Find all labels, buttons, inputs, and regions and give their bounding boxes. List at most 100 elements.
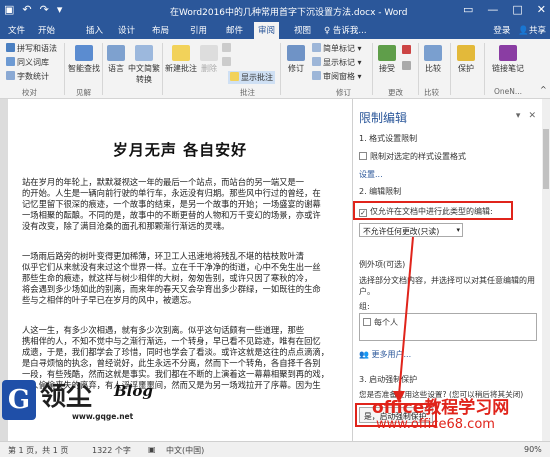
word-count-status[interactable]: 1322 个字 [92, 445, 131, 456]
ribbon-display-icon[interactable]: ▭ [463, 3, 473, 16]
accept-label: 接受 [379, 64, 395, 73]
word-count-label: 字数统计 [17, 72, 49, 81]
tab-design[interactable]: 设计 [118, 24, 135, 36]
delete-comment-icon [200, 45, 218, 61]
new-comment-button[interactable]: 新建批注 [164, 45, 198, 74]
group-label-comments: 批注 [240, 88, 255, 97]
reject-button[interactable] [402, 45, 413, 55]
watermark-site-title: office教程学习网 [372, 398, 510, 418]
proofing-status-icon[interactable]: ▣ [148, 445, 156, 454]
conversion-label: 中文简繁转换 [128, 64, 160, 84]
group-label-tracking: 修订 [336, 88, 351, 97]
tab-layout[interactable]: 布局 [152, 24, 169, 36]
new-comment-icon [172, 45, 190, 61]
group-separator [64, 43, 65, 95]
vertical-scrollbar[interactable] [542, 99, 550, 441]
track-changes-button[interactable]: 修订 [282, 45, 310, 74]
delete-comment-button[interactable]: 删除 [198, 45, 220, 74]
title-bar: ▣ ↶ ↷ ▾ 在Word2016中的几种常用首字下沉设置方法.docx - W… [0, 0, 550, 22]
close-icon[interactable]: ✕ [537, 3, 546, 16]
compare-icon [424, 45, 442, 61]
reject-icon [402, 45, 411, 54]
group-label-onenote: OneN... [494, 87, 523, 96]
group-separator [162, 43, 163, 95]
tab-home[interactable]: 开始 [38, 24, 55, 36]
reviewing-pane-button[interactable]: 审阅窗格 ▾ [312, 71, 362, 82]
maximize-icon[interactable]: □ [512, 3, 522, 16]
paragraph-2: 一场雨后路旁的树叶变得更加稀薄，环卫工人迅速地将残乱不堪的枯枝败叶清 似乎它们从… [22, 251, 321, 306]
tab-view[interactable]: 视图 [294, 24, 311, 36]
document-title: 岁月无声 各自安好 [112, 141, 248, 159]
collapse-ribbon-icon[interactable]: ^ [540, 85, 547, 94]
protect-button[interactable]: 保护 [452, 45, 480, 74]
watermark-name: 领尘 [40, 382, 93, 412]
group-separator [418, 43, 419, 95]
show-markup-icon [312, 57, 321, 66]
customize-icon[interactable]: ▾ [57, 3, 63, 16]
group-separator [484, 43, 485, 95]
smart-lookup-icon [75, 45, 93, 61]
tab-mailings[interactable]: 邮件 [226, 24, 243, 36]
status-bar: 第 1 页，共 1 页 1322 个字 ▣ 中文(中国) 90% [0, 441, 550, 457]
quick-access-toolbar: ▣ ↶ ↷ ▾ [4, 3, 62, 16]
share-icon: 👤 [518, 26, 529, 36]
group-label-insights: 见解 [76, 88, 91, 97]
show-markup-label: 显示标记 [323, 58, 355, 67]
spelling-icon [6, 43, 15, 52]
previous-change-icon [402, 61, 411, 70]
language-icon [107, 45, 125, 61]
group-label-changes: 更改 [388, 88, 403, 97]
compare-button[interactable]: 比较 [420, 45, 446, 74]
login-link[interactable]: 登录 [493, 24, 510, 36]
track-changes-icon [287, 45, 305, 61]
language-status[interactable]: 中文(中国) [166, 445, 204, 456]
show-comments-icon [230, 72, 239, 81]
undo-icon[interactable]: ↶ [22, 3, 31, 16]
tab-review[interactable]: 审阅 [254, 22, 280, 39]
window-controls: ▭ — □ ✕ [463, 3, 546, 16]
share-button[interactable]: 👤共享 [518, 24, 546, 36]
watermark-blog: Blog [114, 382, 153, 400]
markup-view-select[interactable]: 简单标记 ▾ [312, 43, 362, 54]
protect-label: 保护 [458, 64, 474, 73]
previous-change-button[interactable] [402, 61, 413, 71]
scrollbar-thumb[interactable] [543, 129, 549, 189]
chinese-conversion-button[interactable]: 中文简繁转换 [128, 45, 160, 85]
group-label-compare: 比较 [424, 88, 439, 97]
thesaurus-icon [6, 57, 15, 66]
spelling-grammar-button[interactable]: 拼写和语法 [6, 43, 57, 54]
accept-button[interactable]: 接受 [374, 45, 400, 74]
watermark-right: office教程学习网 www.office68.com [372, 393, 547, 437]
spelling-label: 拼写和语法 [17, 44, 57, 53]
page-indicator[interactable]: 第 1 页，共 1 页 [8, 445, 68, 456]
annotation-arrow [393, 236, 414, 403]
thesaurus-button[interactable]: 同义词库 [6, 57, 49, 68]
linked-notes-button[interactable]: 链接笔记 [490, 45, 526, 74]
new-comment-label: 新建批注 [165, 64, 197, 73]
previous-comment-button[interactable] [222, 43, 233, 53]
group-separator [372, 43, 373, 95]
minimize-icon[interactable]: — [487, 3, 498, 16]
accept-icon [378, 45, 396, 61]
language-button[interactable]: 语言 [104, 45, 128, 74]
tab-file[interactable]: 文件 [8, 24, 25, 36]
zoom-level[interactable]: 90% [524, 445, 542, 454]
tab-insert[interactable]: 插入 [86, 24, 103, 36]
next-icon [222, 57, 231, 66]
show-comments-button[interactable]: 显示批注 [228, 71, 275, 84]
show-markup-button[interactable]: 显示标记 ▾ [312, 57, 362, 68]
redo-icon[interactable]: ↷ [40, 3, 49, 16]
save-icon[interactable]: ▣ [4, 3, 14, 16]
word-count-button[interactable]: 字数统计 [6, 71, 49, 82]
group-separator [450, 43, 451, 95]
smart-lookup-button[interactable]: 智能查找 [68, 45, 100, 74]
tell-me-search[interactable]: ♀ 告诉我... [324, 24, 367, 36]
markup-view-label: 简单标记 [323, 44, 355, 53]
next-comment-button[interactable] [222, 57, 233, 67]
lock-icon [457, 45, 475, 61]
tab-references[interactable]: 引用 [190, 24, 207, 36]
ribbon: 拼写和语法 同义词库 字数统计 校对 智能查找 见解 语言 中文简繁转换 新建批… [0, 39, 550, 99]
compare-label: 比较 [425, 64, 441, 73]
watermark-site-url: www.office68.com [376, 417, 495, 432]
watermark-url: www.gqge.net [72, 412, 134, 421]
